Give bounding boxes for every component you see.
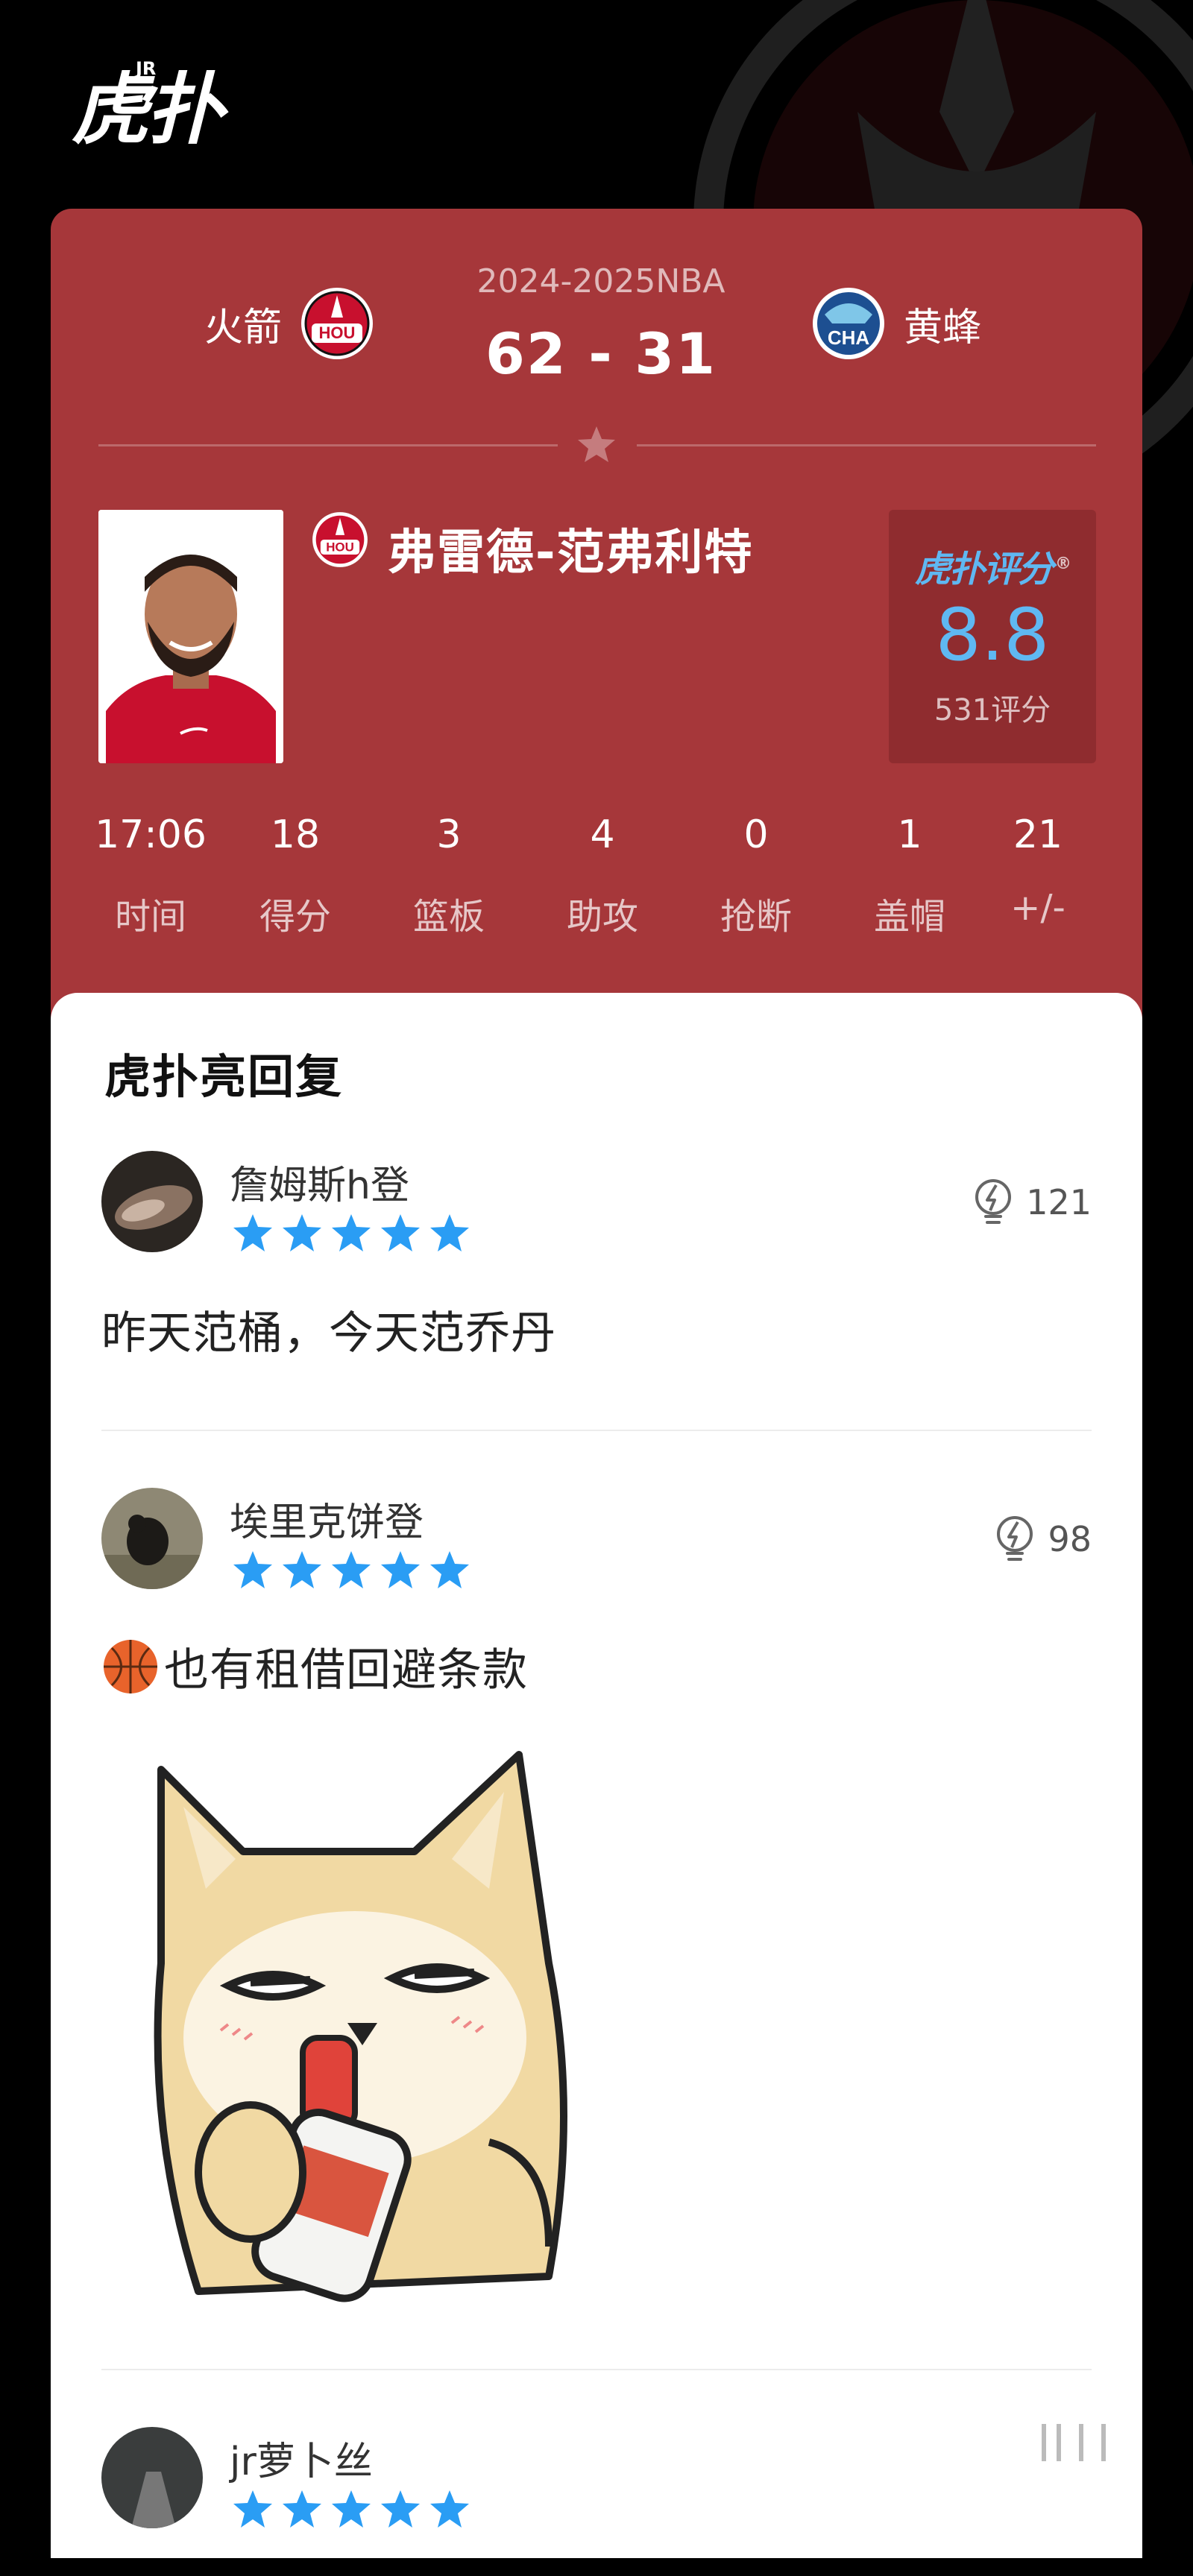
rating-brand: 虎扑评分 ® [889, 540, 1096, 592]
player-photo[interactable] [98, 510, 283, 763]
season-label: 2024-2025NBA [476, 262, 725, 300]
comment-separator [101, 1430, 1092, 1431]
stat-value: 1 [897, 812, 922, 857]
star-icon [332, 2490, 371, 2528]
hornets-badge-icon: CHA [813, 288, 884, 359]
comment-meme-image[interactable] [101, 1740, 668, 2303]
basketball-icon [104, 1640, 157, 1693]
username[interactable]: jr萝卜丝 [230, 2430, 373, 2486]
match-score-card: 火箭 HOU 2024-2025NBA 62 - 31 CHA 黄蜂 HOU 弗… [51, 209, 1142, 1044]
user-rating-stars [230, 1547, 473, 1592]
comment-item[interactable]: 埃里克饼登 98 也有租借回避条款 [101, 1488, 1092, 1711]
star-icon [430, 1551, 469, 1588]
stat-steals: 0 抢断 [689, 811, 823, 939]
shiba-meme-icon [101, 1740, 668, 2303]
stat-label: 篮板 [412, 896, 485, 938]
stat-value: 0 [743, 812, 769, 857]
light-count-text: 121 [1026, 1182, 1092, 1222]
stat-value: 4 [590, 812, 615, 857]
watermark-icon [1042, 2424, 1106, 2461]
rating-score: 8.8 [935, 593, 1050, 677]
hupu-logo: 虎扑 JR [72, 54, 224, 155]
star-icon [283, 1551, 321, 1588]
comment-item[interactable]: jr萝卜丝 [101, 2427, 1092, 2576]
stat-assists: 4 助攻 [535, 811, 670, 939]
stat-value: 17:06 [95, 812, 207, 857]
comment-item[interactable]: 詹姆斯h登 121 昨天范桶，今天范乔丹 [101, 1151, 1092, 1374]
rating-box[interactable]: 虎扑评分 ® 8.8 531评分 [889, 510, 1096, 763]
light-button[interactable]: 121 [971, 1178, 1092, 1227]
star-icon [233, 1551, 272, 1588]
star-icon [381, 2490, 420, 2528]
stat-label: 盖帽 [873, 896, 945, 938]
player-team-badge-icon: HOU [312, 512, 368, 567]
stat-points: 18 得分 [228, 811, 362, 939]
avatar-image-icon [101, 1488, 203, 1589]
avatar-image-icon [101, 2427, 203, 2528]
star-icon [332, 1214, 371, 1251]
avatar-image-icon [101, 1151, 203, 1252]
stat-rebounds: 3 篮板 [382, 811, 516, 939]
star-icon [381, 1214, 420, 1251]
rating-brand-mark: ® [1055, 555, 1071, 573]
stat-label: 助攻 [566, 896, 638, 938]
star-icon [332, 1551, 371, 1588]
stat-value: 18 [270, 812, 321, 857]
star-icon [283, 1214, 321, 1251]
light-button[interactable]: 98 [992, 1515, 1092, 1564]
player-badge-abbr: HOU [326, 540, 354, 554]
score-display: 62 - 31 [485, 321, 717, 387]
user-rating-stars [230, 2487, 473, 2531]
player-portrait-icon [98, 510, 283, 763]
lightbulb-icon [997, 1516, 1033, 1561]
comment-separator [101, 2369, 1092, 2370]
avatar[interactable] [101, 2427, 203, 2528]
star-divider-icon [578, 426, 615, 462]
avatar[interactable] [101, 1488, 203, 1589]
comments-panel: 虎扑亮回复 詹姆斯h登 121 昨天范桶，今天范乔丹 埃里克饼登 98 也有租借… [51, 993, 1142, 2558]
panel-title: 虎扑亮回复 [104, 1049, 344, 1104]
star-icon [430, 2490, 469, 2528]
username[interactable]: 詹姆斯h登 [230, 1154, 409, 1210]
stat-label: 抢断 [720, 896, 792, 938]
stat-blocks: 1 盖帽 [843, 811, 977, 939]
rating-count: 531评分 [934, 693, 1051, 727]
logo-sup: JR [136, 58, 157, 79]
star-icon [381, 1551, 420, 1588]
rating-brand-text: 虎扑评分 [914, 549, 1054, 590]
lightbulb-icon [975, 1179, 1012, 1224]
stat-label: 得分 [259, 896, 331, 938]
stat-plus-minus: 21 +/- [971, 811, 1105, 929]
stat-label: +/- [1010, 887, 1065, 929]
away-team[interactable]: CHA 黄蜂 [810, 285, 981, 362]
stat-value: 3 [436, 812, 462, 857]
avatar[interactable] [101, 1151, 203, 1252]
star-icon [233, 2490, 272, 2528]
light-count-text: 98 [1048, 1519, 1092, 1559]
comment-text: 也有租借回避条款 [101, 1634, 528, 1699]
divider-left [98, 444, 558, 446]
star-icon [430, 1214, 469, 1251]
stat-value: 21 [1013, 812, 1063, 857]
star-icon [233, 1214, 272, 1251]
stat-time: 17:06 时间 [84, 811, 218, 939]
stat-label: 时间 [114, 896, 186, 938]
away-badge-abbr: CHA [828, 326, 870, 349]
comment-text-body: 也有租借回避条款 [164, 1644, 528, 1696]
username[interactable]: 埃里克饼登 [230, 1491, 424, 1547]
comment-text: 昨天范桶，今天范乔丹 [101, 1307, 556, 1360]
star-icon [283, 2490, 321, 2528]
divider-right [637, 444, 1096, 446]
user-rating-stars [230, 1210, 473, 1255]
away-team-name: 黄蜂 [904, 305, 982, 350]
player-name[interactable]: 弗雷德-范弗利特 [388, 514, 754, 583]
